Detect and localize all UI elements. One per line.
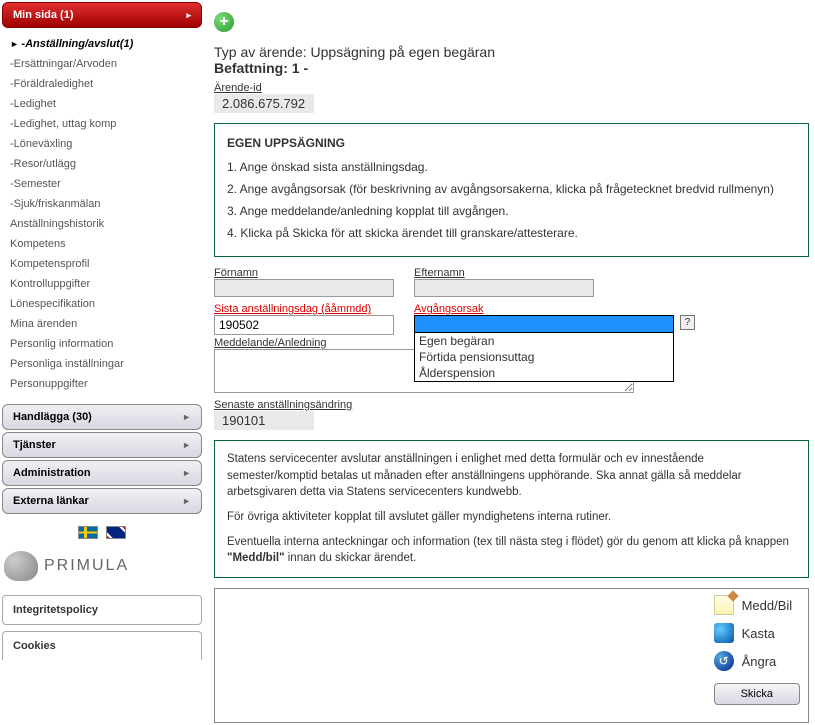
nav-item[interactable]: -Ersättningar/Arvoden <box>10 54 200 74</box>
language-switch <box>2 526 202 539</box>
befattning-label: Befattning: <box>214 60 288 76</box>
nav-section-tjanster[interactable]: Tjänster ► <box>2 432 202 458</box>
case-type-label: Typ av ärende: <box>214 44 307 60</box>
brand-logo: PRIMULA <box>2 547 202 595</box>
nav-item[interactable]: -Ledighet <box>10 94 200 114</box>
nav-item[interactable]: -Resor/utlägg <box>10 154 200 174</box>
main-content: + Typ av ärende: Uppsägning på egen begä… <box>214 2 813 723</box>
action-label: Medd/Bil <box>742 598 793 613</box>
info-text: Eventuella interna anteckningar och info… <box>227 534 796 567</box>
nav-item[interactable]: Mina ärenden <box>10 314 200 334</box>
senaste-andring-label: Senaste anställningsändring <box>214 399 352 411</box>
nav-item[interactable]: Kompetensprofil <box>10 254 200 274</box>
nav-item[interactable]: Personliga inställningar <box>10 354 200 374</box>
sista-anstallningsdag-field[interactable] <box>214 315 394 335</box>
nav-item-anstallning-avslut[interactable]: -Anställning/avslut(1) <box>10 34 200 54</box>
plus-icon: + <box>219 14 228 30</box>
nav-item[interactable]: Kompetens <box>10 234 200 254</box>
nav-section-minsida[interactable]: Min sida (1) ▸ <box>2 2 202 28</box>
nav-item[interactable]: -Löneväxling <box>10 134 200 154</box>
instruction-step: 3. Ange meddelande/anledning kopplat til… <box>227 202 796 220</box>
note-icon <box>714 595 734 615</box>
nav-section-label: Tjänster <box>13 439 56 451</box>
nav-item[interactable]: Anställningshistorik <box>10 214 200 234</box>
undo-icon <box>714 651 734 671</box>
flag-uk-icon[interactable] <box>106 526 126 539</box>
medd-bil-button[interactable]: Medd/Bil <box>714 595 793 615</box>
chevron-right-icon: ► <box>182 496 191 506</box>
flag-sv-icon[interactable] <box>78 526 98 539</box>
nav-item[interactable]: -Sjuk/friskanmälan <box>10 194 200 214</box>
nav-section-administration[interactable]: Administration ► <box>2 460 202 486</box>
action-label: Kasta <box>742 626 775 641</box>
footer-link-integritetspolicy[interactable]: Integritetspolicy <box>2 595 202 625</box>
case-header: Typ av ärende: Uppsägning på egen begära… <box>214 44 809 76</box>
action-label: Ångra <box>742 654 777 669</box>
avgangsorsak-select[interactable] <box>414 315 674 333</box>
efternamn-field[interactable] <box>414 279 594 297</box>
nav-item[interactable]: -Semester <box>10 174 200 194</box>
trash-icon <box>714 623 734 643</box>
info-text: För övriga aktiviteter kopplat till avsl… <box>227 509 796 526</box>
chevron-right-icon: ► <box>182 468 191 478</box>
footer-link-cookies[interactable]: Cookies <box>2 631 202 660</box>
brand-text: PRIMULA <box>44 557 129 575</box>
nav-section-label: Handlägga (30) <box>13 411 92 423</box>
nav-section-externa[interactable]: Externa länkar ► <box>2 488 202 514</box>
nav-item[interactable]: -Föräldraledighet <box>10 74 200 94</box>
fornamn-field[interactable] <box>214 279 394 297</box>
angra-button[interactable]: Ångra <box>714 651 777 671</box>
instructions-title: EGEN UPPSÄGNING <box>227 134 796 152</box>
primula-logo-icon <box>4 551 38 581</box>
add-button[interactable]: + <box>214 12 234 32</box>
sista-anstallningsdag-label: Sista anställningsdag (ååmmdd) <box>214 303 394 315</box>
nav-section-label: Min sida (1) <box>13 9 74 21</box>
info-text: Statens servicecenter avslutar anställni… <box>227 451 796 501</box>
chevron-right-icon: ▸ <box>186 10 191 21</box>
senaste-andring-value: 190101 <box>214 411 314 430</box>
case-type-value: Uppsägning på egen begäran <box>311 44 496 60</box>
nav-item[interactable]: Personuppgifter <box>10 374 200 394</box>
sidebar: Min sida (1) ▸ -Anställning/avslut(1) -E… <box>2 2 202 666</box>
help-button[interactable]: ? <box>680 315 695 330</box>
nav-item[interactable]: Lönespecifikation <box>10 294 200 314</box>
arende-id-label: Ärende-id <box>214 82 809 94</box>
kasta-button[interactable]: Kasta <box>714 623 775 643</box>
nav-section-handlagga[interactable]: Handlägga (30) ► <box>2 404 202 430</box>
skicka-button[interactable]: Skicka <box>714 683 800 705</box>
nav-list-minsida: -Anställning/avslut(1) -Ersättningar/Arv… <box>2 30 202 404</box>
avgangsorsak-options: Egen begäran Förtida pensionsuttag Ålder… <box>414 333 674 382</box>
instruction-step: 4. Klicka på Skicka för att skicka ärend… <box>227 224 796 242</box>
dropdown-option[interactable]: Egen begäran <box>415 333 673 349</box>
nav-section-label: Administration <box>13 467 91 479</box>
nav-item[interactable]: Kontrolluppgifter <box>10 274 200 294</box>
nav-section-label: Externa länkar <box>13 495 89 507</box>
instruction-step: 1. Ange önskad sista anställningsdag. <box>227 158 796 176</box>
dropdown-option[interactable]: Ålderspension <box>415 365 673 381</box>
avgangsorsak-label: Avgångsorsak <box>414 303 695 315</box>
nav-item[interactable]: Personlig information <box>10 334 200 354</box>
nav-item[interactable]: -Ledighet, uttag komp <box>10 114 200 134</box>
efternamn-label: Efternamn <box>414 267 594 279</box>
info-panel: Statens servicecenter avslutar anställni… <box>214 440 809 578</box>
befattning-value: 1 - <box>292 60 308 76</box>
arende-id-value: 2.086.675.792 <box>214 94 314 113</box>
chevron-right-icon: ► <box>182 412 191 422</box>
fornamn-label: Förnamn <box>214 267 394 279</box>
chevron-right-icon: ► <box>182 440 191 450</box>
instructions-panel: EGEN UPPSÄGNING 1. Ange önskad sista ans… <box>214 123 809 257</box>
instruction-step: 2. Ange avgångsorsak (för beskrivning av… <box>227 180 796 198</box>
dropdown-option[interactable]: Förtida pensionsuttag <box>415 349 673 365</box>
